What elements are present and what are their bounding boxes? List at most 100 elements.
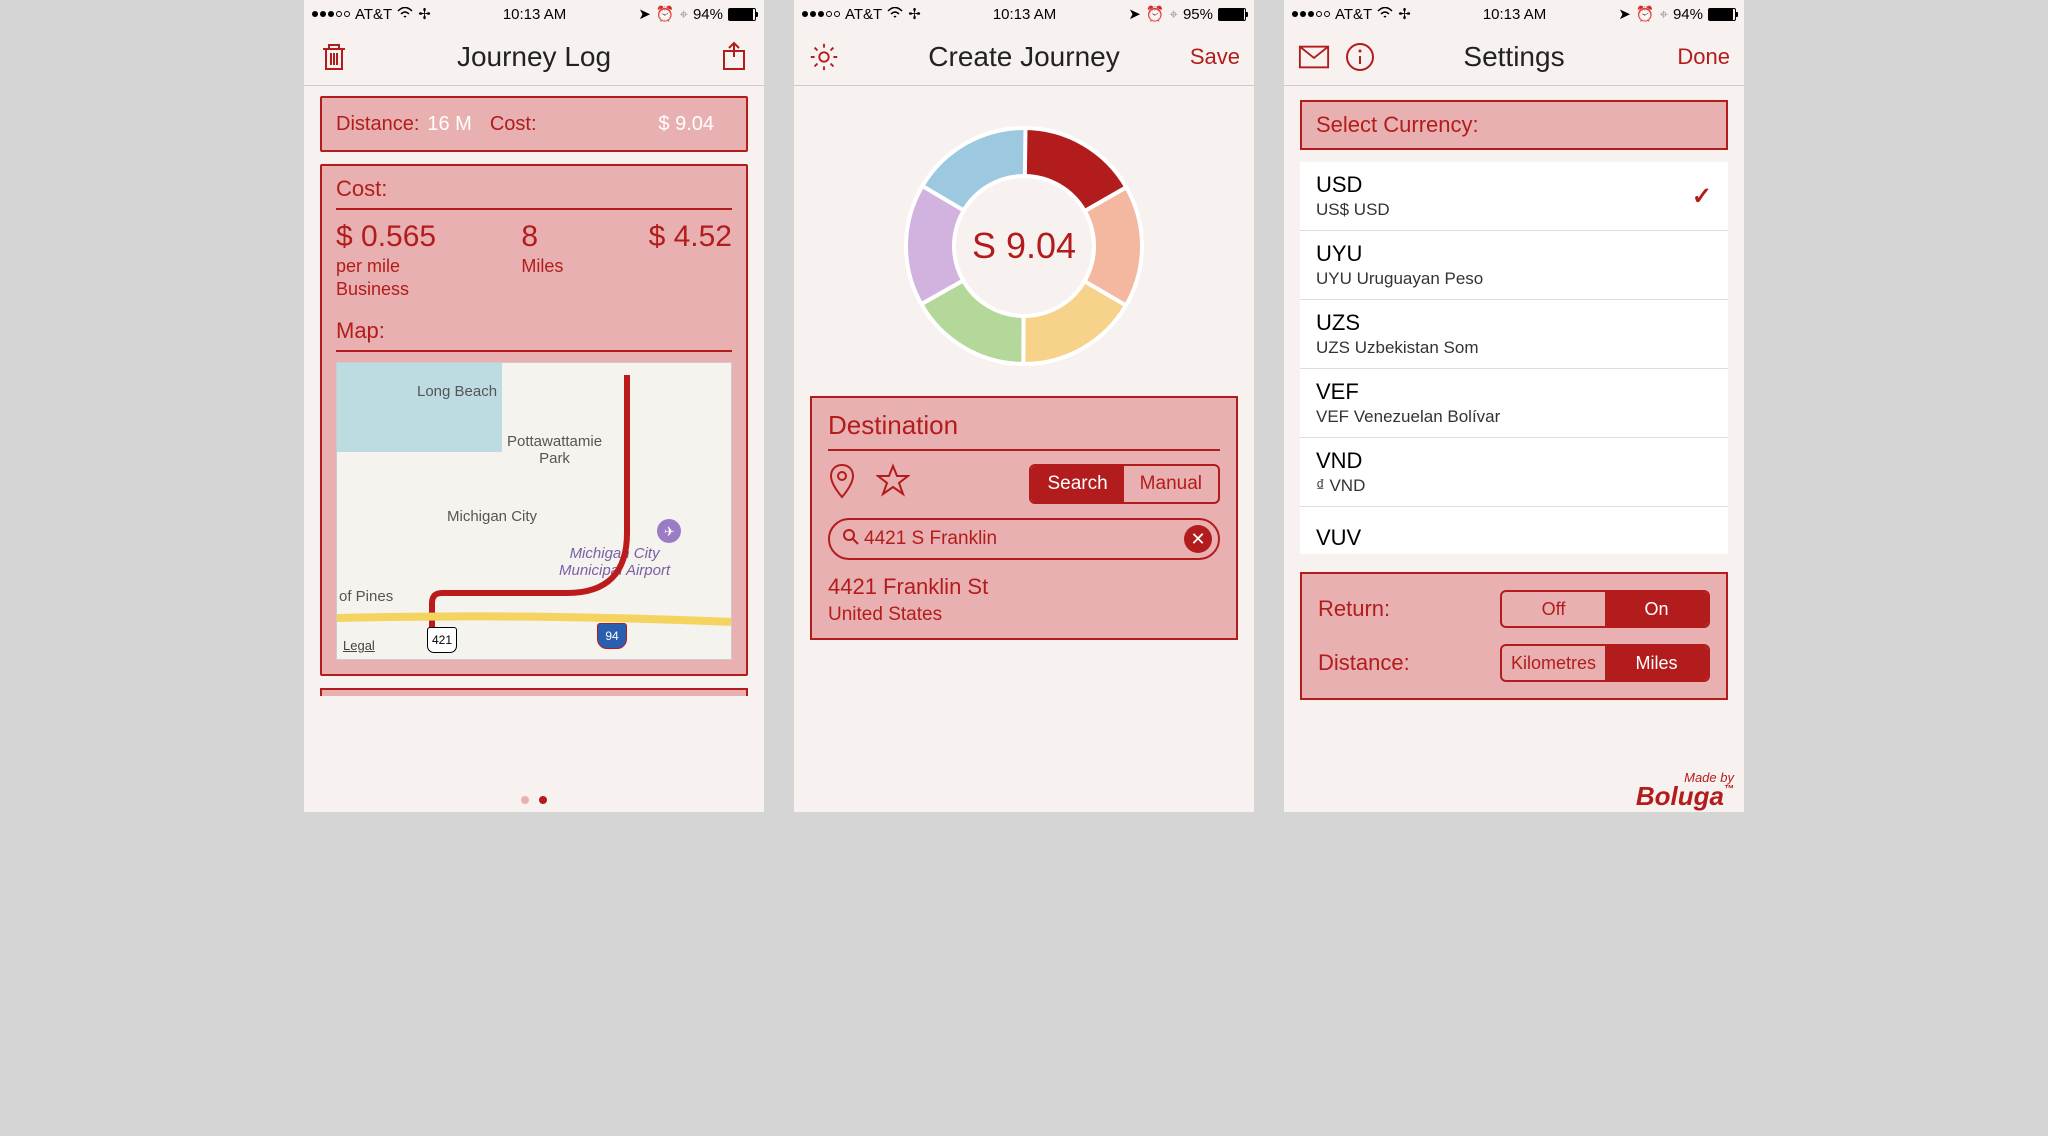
distance-km-option[interactable]: Kilometres [1502,646,1605,680]
gear-icon[interactable] [808,41,840,73]
alarm-icon: ⏰ [656,5,675,23]
share-icon[interactable] [718,41,750,73]
nav-bar: Settings Done [1284,28,1744,86]
return-on-option[interactable]: On [1605,592,1708,626]
hwy-94-shield: 94 [597,623,627,649]
distance-mi-option[interactable]: Miles [1605,646,1708,680]
search-field[interactable]: ✕ [828,518,1220,560]
mail-icon[interactable] [1298,41,1330,73]
signal-icon [1292,11,1330,17]
manual-mode-button[interactable]: Manual [1124,466,1218,502]
distance-segmented-control[interactable]: Kilometres Miles [1500,644,1710,682]
map-view[interactable]: Long Beach Pottawattamie Park Michigan C… [336,362,732,660]
screen-create-journey: AT&T ✢ 10:13 AM ➤ ⏰ ⌖ 95% Create Journey… [794,0,1254,812]
currency-code: USD [1316,172,1390,198]
brand-name: Boluga™ [1636,785,1734,808]
info-icon[interactable] [1344,41,1376,73]
mode-segmented-control[interactable]: Search Manual [1029,464,1220,504]
cost-label: Cost: [490,113,537,136]
battery-icon [1708,8,1736,21]
cost-rate: $ 0.565 [336,220,436,254]
cost-panel: Cost: $ 0.565 per mile Business 8 Miles … [320,164,748,676]
currency-row[interactable]: UZSUZS Uzbekistan Som [1300,300,1728,369]
currency-sub: UYU Uruguayan Peso [1316,269,1483,289]
result-address[interactable]: 4421 Franklin St [828,574,1220,600]
carrier-label: AT&T [355,6,392,23]
currency-row[interactable]: USDUS$ USD✓ [1300,162,1728,231]
loading-icon: ✢ [908,5,921,23]
page-title: Journey Log [304,41,764,73]
map-heading: Map: [336,318,732,352]
return-label: Return: [1318,596,1390,622]
currency-row[interactable]: UYUUYU Uruguayan Peso [1300,231,1728,300]
bluetooth-icon: ⌖ [680,6,688,23]
svg-text:✈: ✈ [664,524,675,539]
location-arrow-icon: ➤ [1128,5,1141,23]
currency-code: UYU [1316,241,1483,267]
loading-icon: ✢ [418,5,431,23]
pin-icon[interactable] [828,463,856,504]
location-arrow-icon: ➤ [1618,5,1631,23]
nav-bar: Create Journey Save [794,28,1254,86]
alarm-icon: ⏰ [1636,5,1655,23]
location-arrow-icon: ➤ [638,5,651,23]
carrier-label: AT&T [1335,6,1372,23]
return-off-option[interactable]: Off [1502,592,1605,626]
search-mode-button[interactable]: Search [1031,466,1123,502]
status-time: 10:13 AM [993,6,1056,23]
cost-heading: Cost: [336,176,732,210]
currency-list[interactable]: USDUS$ USD✓UYUUYU Uruguayan PesoUZSUZS U… [1300,162,1728,554]
carrier-label: AT&T [845,6,882,23]
clear-icon[interactable]: ✕ [1184,525,1212,553]
content-area: S 9.04 Destination Search Manual ✕ [794,86,1254,812]
bluetooth-icon: ⌖ [1170,6,1178,23]
distance-value: 16 M [427,113,471,136]
cost-miles: 8 [521,220,563,254]
status-bar: AT&T ✢ 10:13 AM ➤ ⏰ ⌖ 94% [304,0,764,28]
currency-code: VEF [1316,379,1500,405]
cost-total: $ 4.52 [649,220,732,254]
cost-miles-sub: Miles [521,256,563,277]
battery-pct: 95% [1183,6,1213,23]
settings-panel: Return: Off On Distance: Kilometres Mile… [1300,572,1728,700]
loading-icon: ✢ [1398,5,1411,23]
save-button[interactable]: Save [1190,44,1240,70]
search-input[interactable] [864,528,1184,550]
battery-pct: 94% [693,6,723,23]
content-area: Select Currency: USDUS$ USD✓UYUUYU Urugu… [1284,86,1744,812]
star-icon[interactable] [876,463,910,504]
currency-code: UZS [1316,310,1479,336]
currency-code: VND [1316,448,1365,474]
currency-sub: UZS Uzbekistan Som [1316,338,1479,358]
status-time: 10:13 AM [503,6,566,23]
search-icon [842,528,860,551]
currency-row[interactable]: VUV [1300,507,1728,554]
destination-panel: Destination Search Manual ✕ 4421 Frankli… [810,396,1238,640]
summary-panel: Distance: 16 M Cost: $ 9.04 [320,96,748,152]
select-currency-header: Select Currency: [1300,100,1728,150]
distance-label: Distance: [1318,650,1410,676]
currency-row[interactable]: VND₫ VND [1300,438,1728,507]
cost-value: $ 9.04 [658,113,714,136]
screen-journey-log: AT&T ✢ 10:13 AM ➤ ⏰ ⌖ 94% Journey Log Di… [304,0,764,812]
currency-sub: ₫ VND [1316,476,1365,496]
next-panel-peek [320,688,748,696]
destination-heading: Destination [828,410,1220,451]
done-button[interactable]: Done [1677,44,1730,70]
result-country: United States [828,604,1220,626]
distance-label: Distance: [336,113,419,136]
brand-badge: Made by Boluga™ [1636,770,1734,808]
bluetooth-icon: ⌖ [1660,6,1668,23]
map-legal-link[interactable]: Legal [343,638,375,653]
cost-rate-sub2: Business [336,279,436,300]
check-icon: ✓ [1692,182,1712,211]
donut-chart: S 9.04 [794,86,1254,396]
return-segmented-control[interactable]: Off On [1500,590,1710,628]
trash-icon[interactable] [318,41,350,73]
cost-rate-sub1: per mile [336,256,436,277]
currency-row[interactable]: VEFVEF Venezuelan Bolívar [1300,369,1728,438]
wifi-icon [397,6,413,23]
signal-icon [802,11,840,17]
battery-pct: 94% [1673,6,1703,23]
page-indicator[interactable] [304,796,764,804]
